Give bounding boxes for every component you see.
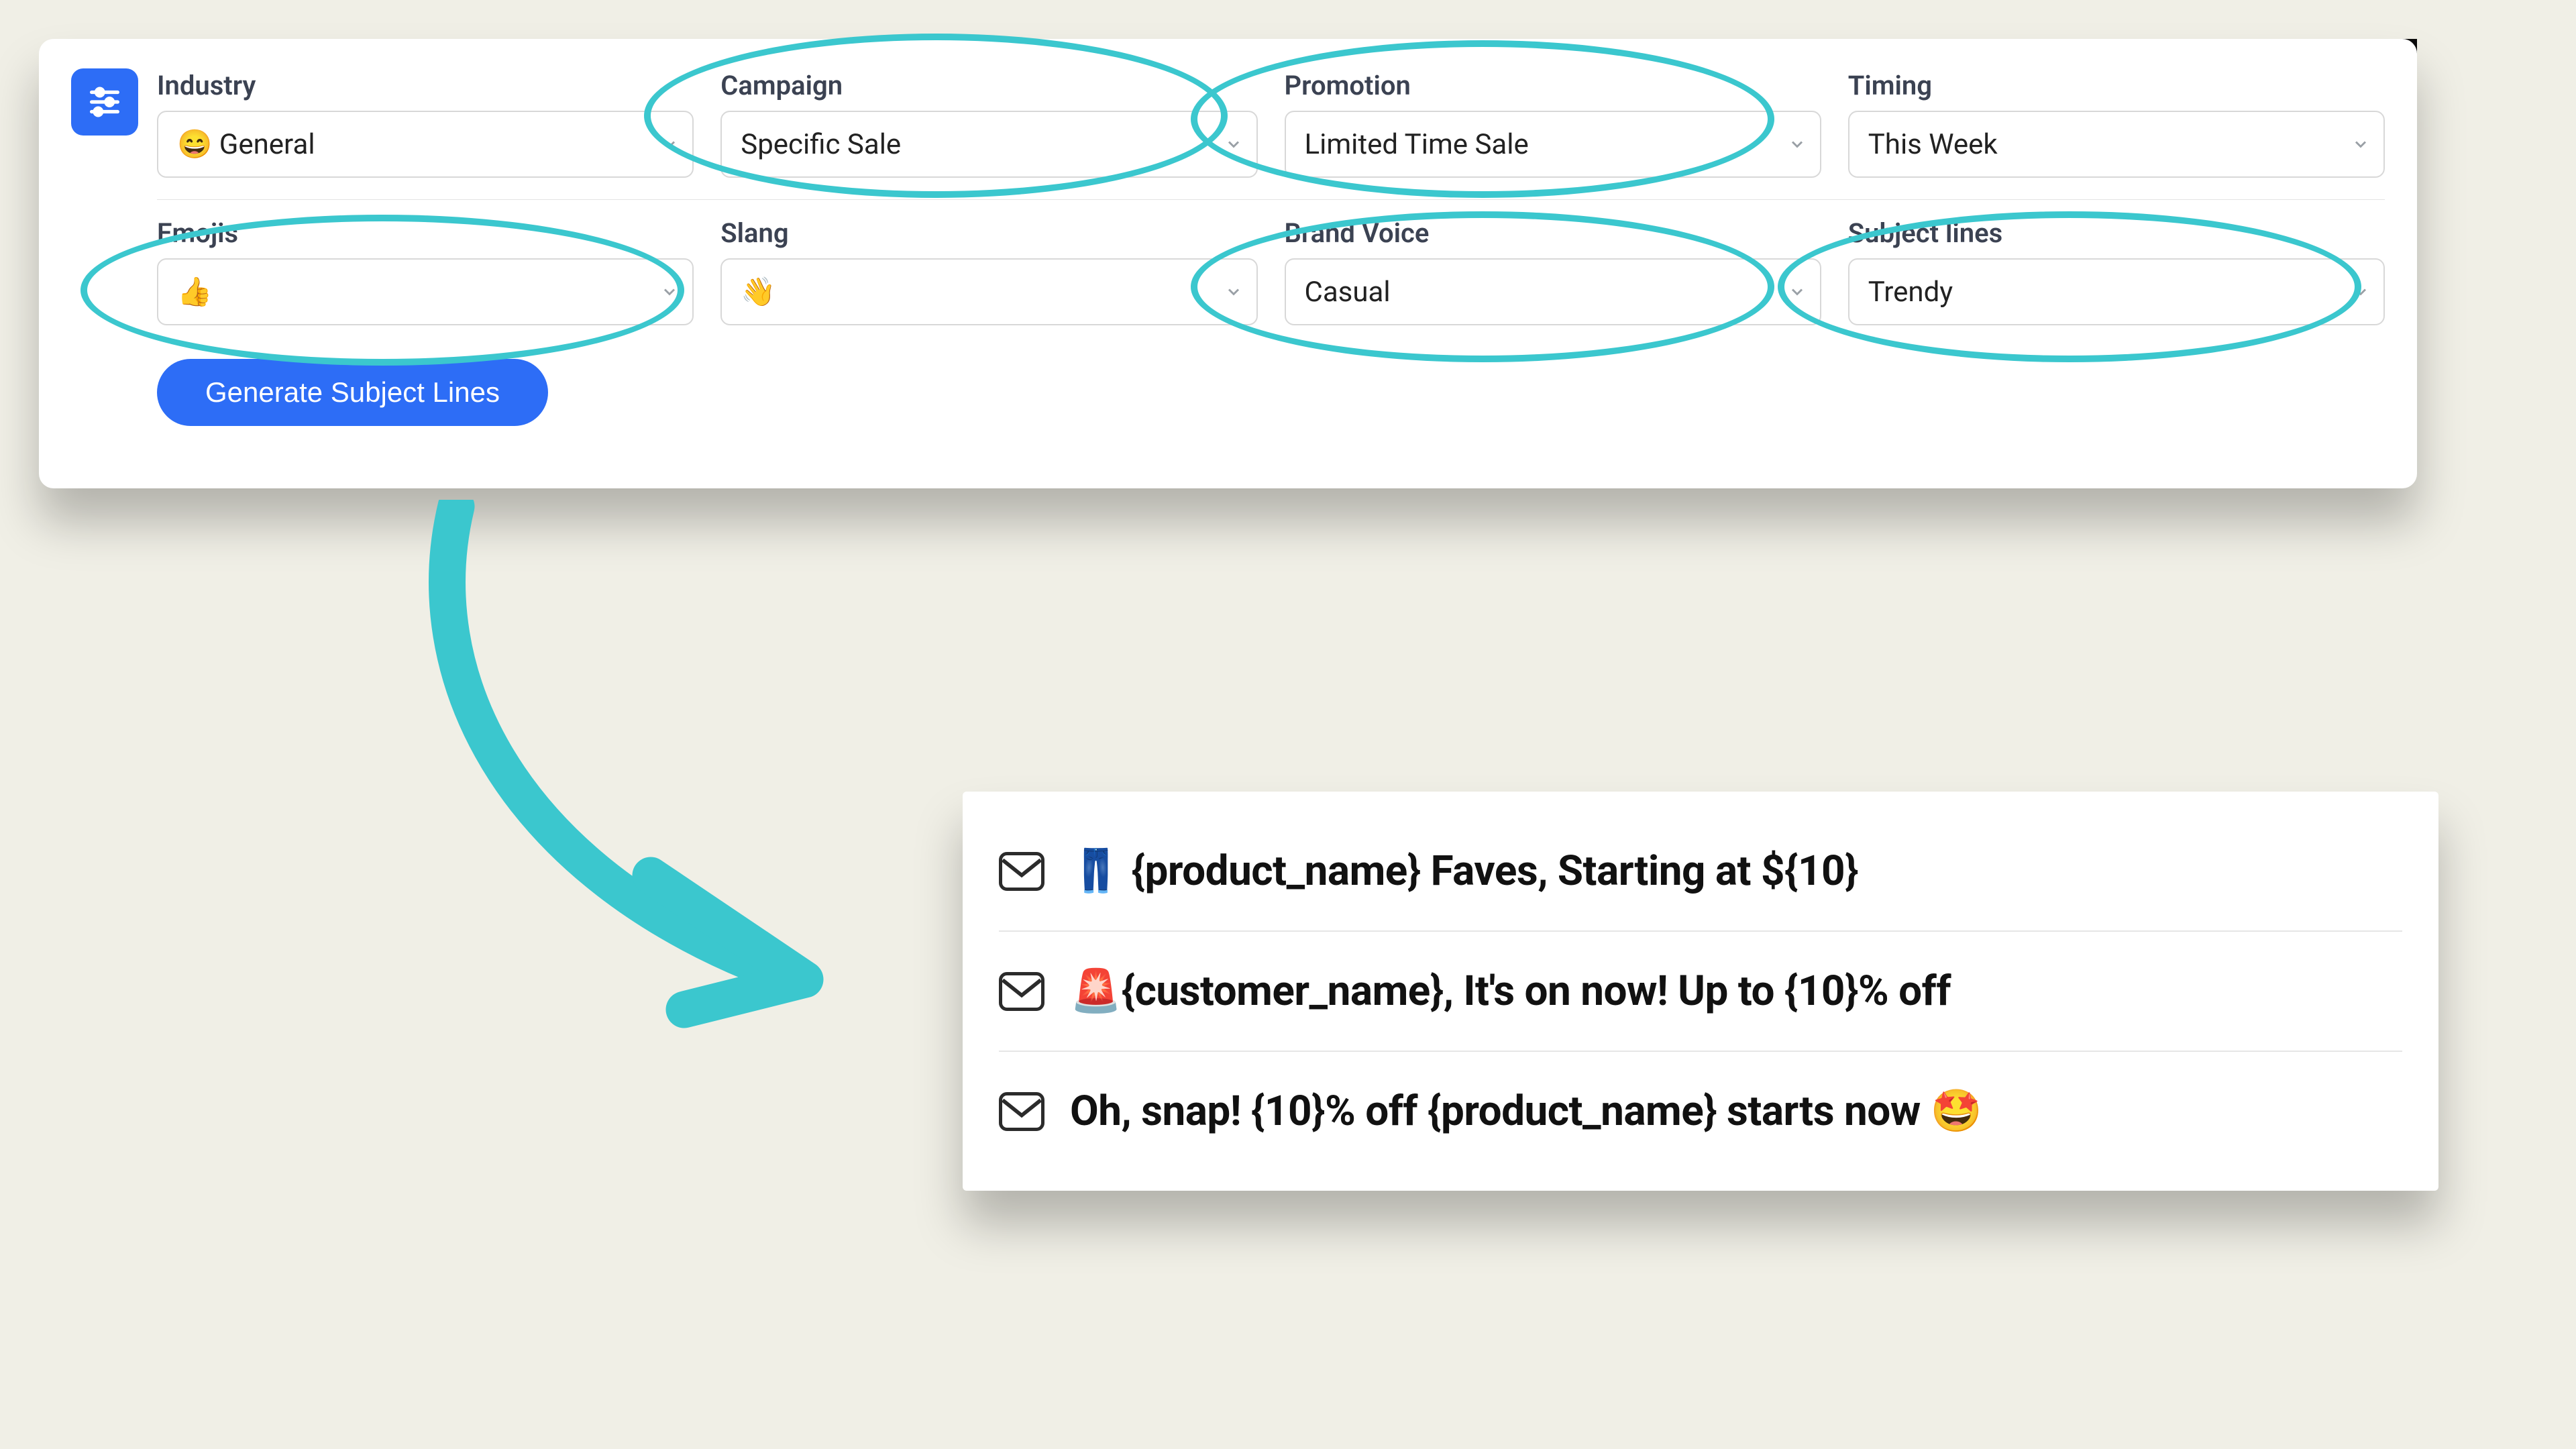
label-timing: Timing — [1848, 70, 2385, 101]
results-card: 👖 {product_name} Faves, Starting at ${10… — [963, 792, 2438, 1191]
result-text: 🚨{customer_name}, It's on now! Up to {10… — [1070, 967, 1951, 1016]
field-emojis: Emojis 👍 — [157, 217, 694, 325]
select-slang-value: 👋 — [741, 276, 775, 309]
chevron-down-icon — [660, 135, 679, 154]
select-promotion[interactable]: Limited Time Sale — [1285, 111, 1821, 178]
label-promotion: Promotion — [1285, 70, 1821, 101]
chevron-down-icon — [1224, 135, 1243, 154]
select-timing-value: This Week — [1868, 128, 1998, 161]
label-brand-voice: Brand Voice — [1285, 217, 1821, 249]
chevron-down-icon — [1788, 135, 1807, 154]
chevron-down-icon — [2351, 135, 2370, 154]
field-timing: Timing This Week — [1848, 70, 2385, 178]
settings-row-2: Emojis 👍 Slang 👋 Bra — [157, 199, 2385, 347]
select-emojis[interactable]: 👍 — [157, 258, 694, 325]
field-brand-voice: Brand Voice Casual — [1285, 217, 1821, 325]
chevron-down-icon — [2351, 282, 2370, 301]
result-row: 👖 {product_name} Faves, Starting at ${10… — [999, 812, 2402, 930]
field-slang: Slang 👋 — [720, 217, 1257, 325]
label-slang: Slang — [720, 217, 1257, 249]
generate-button[interactable]: Generate Subject Lines — [157, 359, 548, 426]
select-campaign-value: Specific Sale — [741, 128, 901, 161]
label-emojis: Emojis — [157, 217, 694, 249]
select-brand-voice[interactable]: Casual — [1285, 258, 1821, 325]
select-subject-lines-value: Trendy — [1868, 276, 1953, 309]
select-timing[interactable]: This Week — [1848, 111, 2385, 178]
select-subject-lines[interactable]: Trendy — [1848, 258, 2385, 325]
arrow-annotation — [376, 500, 859, 1036]
field-promotion: Promotion Limited Time Sale — [1285, 70, 1821, 178]
chevron-down-icon — [1224, 282, 1243, 301]
settings-card: Industry 😄 General Campaign Specific Sal… — [39, 39, 2417, 488]
settings-row-1: Industry 😄 General Campaign Specific Sal… — [157, 66, 2385, 199]
mail-icon — [999, 972, 1044, 1011]
select-promotion-value: Limited Time Sale — [1305, 128, 1529, 161]
select-industry[interactable]: 😄 General — [157, 111, 694, 178]
label-campaign: Campaign — [720, 70, 1257, 101]
result-row: 🚨{customer_name}, It's on now! Up to {10… — [999, 930, 2402, 1051]
select-slang[interactable]: 👋 — [720, 258, 1257, 325]
chevron-down-icon — [1788, 282, 1807, 301]
field-subject-lines: Subject lines Trendy — [1848, 217, 2385, 325]
select-emojis-value: 👍 — [177, 276, 212, 309]
label-industry: Industry — [157, 70, 694, 101]
chevron-down-icon — [660, 282, 679, 301]
result-row: Oh, snap! {10}% off {product_name} start… — [999, 1051, 2402, 1171]
field-campaign: Campaign Specific Sale — [720, 70, 1257, 178]
settings-icon — [71, 68, 138, 136]
field-industry: Industry 😄 General — [157, 70, 694, 178]
mail-icon — [999, 852, 1044, 891]
result-text: Oh, snap! {10}% off {product_name} start… — [1070, 1087, 1982, 1136]
label-subject-lines: Subject lines — [1848, 217, 2385, 249]
result-text: 👖 {product_name} Faves, Starting at ${10… — [1070, 847, 1858, 896]
select-campaign[interactable]: Specific Sale — [720, 111, 1257, 178]
mail-icon — [999, 1092, 1044, 1131]
select-industry-value: 😄 General — [177, 128, 315, 161]
select-brand-voice-value: Casual — [1305, 276, 1391, 309]
actions-row: Generate Subject Lines — [157, 347, 2385, 426]
